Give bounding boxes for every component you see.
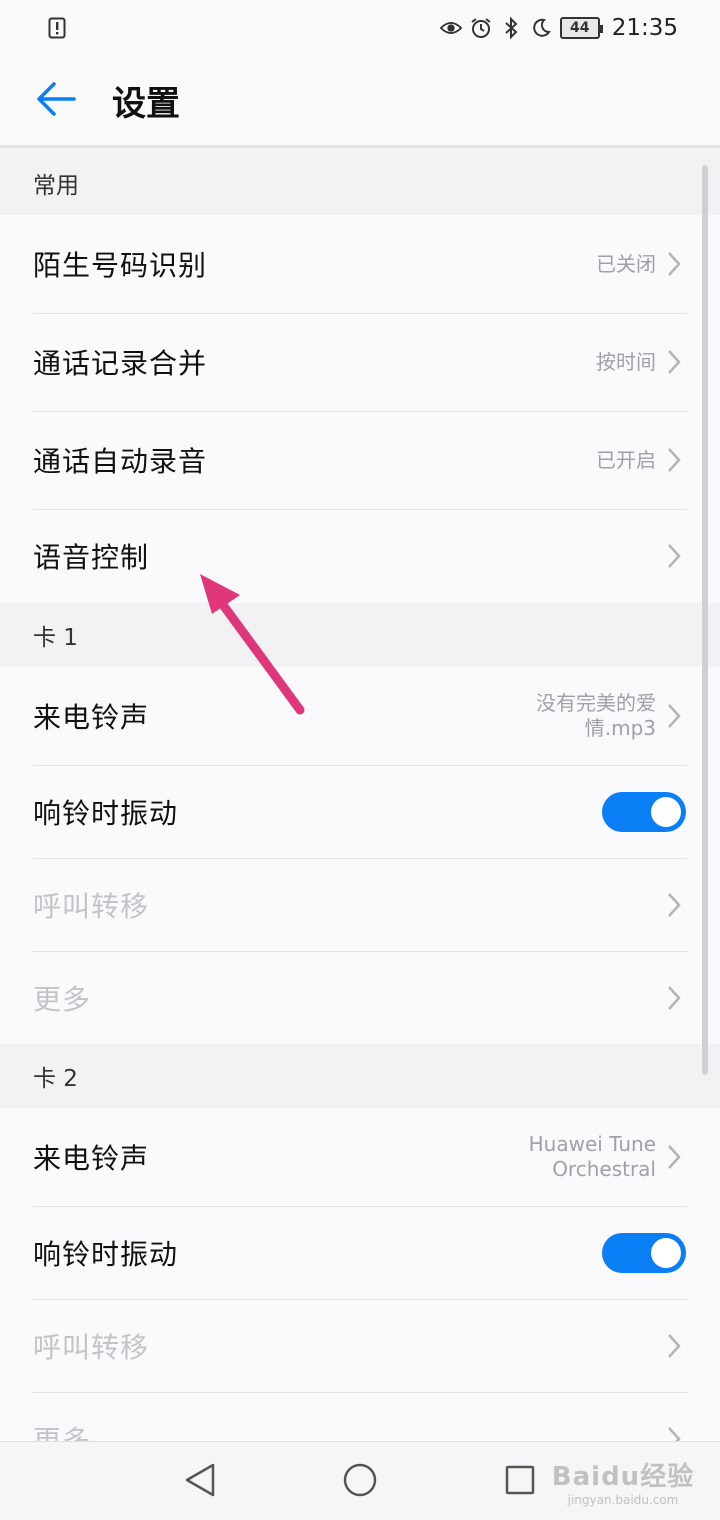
row-value: 按时间: [596, 349, 656, 374]
row-voice-control[interactable]: 语音控制: [0, 509, 720, 603]
section-header-sim1: 卡 1: [0, 603, 720, 667]
alarm-icon: [470, 17, 492, 39]
row-label: 更多: [33, 982, 92, 1016]
row-sim1-vibrate[interactable]: 响铃时振动: [0, 765, 720, 858]
row-value: 已关闭: [596, 251, 656, 276]
row-unknown-number-id[interactable]: 陌生号码识别 已关闭: [0, 215, 720, 313]
arrow-left-icon: [36, 81, 76, 121]
row-value: 已开启: [596, 447, 656, 472]
chevron-right-icon: [664, 445, 684, 475]
battery-icon: 44: [559, 17, 603, 39]
row-value-line: 情.mp3: [584, 716, 656, 740]
row-sim2-vibrate[interactable]: 响铃时振动: [0, 1206, 720, 1299]
chevron-right-icon: [664, 1331, 684, 1361]
eye-icon: [439, 17, 462, 39]
row-value: 没有完美的爱 情.mp3: [536, 691, 656, 741]
chevron-right-icon: [664, 1424, 684, 1441]
row-sim1-ringtone[interactable]: 来电铃声 没有完美的爱 情.mp3: [0, 667, 720, 765]
watermark-main: Baidu经验: [551, 1461, 695, 1492]
row-value-line: Orchestral: [552, 1157, 656, 1181]
row-label: 响铃时振动: [33, 1237, 179, 1271]
chevron-right-icon: [664, 701, 684, 731]
row-sim2-ringtone[interactable]: 来电铃声 Huawei Tune Orchestral: [0, 1108, 720, 1206]
row-value: Huawei Tune Orchestral: [529, 1132, 656, 1182]
row-auto-record[interactable]: 通话自动录音 已开启: [0, 411, 720, 509]
section-header-sim2: 卡 2: [0, 1044, 720, 1108]
sim1-vibrate-toggle[interactable]: [602, 791, 686, 832]
moon-icon: [530, 17, 552, 39]
bluetooth-icon: [500, 17, 522, 39]
chevron-right-icon: [664, 890, 684, 920]
row-value-line: 没有完美的爱: [536, 691, 656, 715]
chevron-right-icon: [664, 347, 684, 377]
chevron-right-icon: [664, 249, 684, 279]
settings-list[interactable]: 常用 陌生号码识别 已关闭 通话记录合并 按时间 通话自动录音 已开启 语音控制: [0, 151, 720, 1441]
page-title: 设置: [112, 84, 180, 124]
chevron-right-icon: [664, 1142, 684, 1172]
scrollbar[interactable]: [702, 165, 708, 1075]
row-sim1-more[interactable]: 更多: [0, 951, 720, 1044]
row-label: 陌生号码识别: [33, 249, 208, 282]
section-sim1: 来电铃声 没有完美的爱 情.mp3 响铃时振动 呼叫转移 更多: [0, 667, 720, 1044]
row-label: 响铃时振动: [33, 796, 179, 830]
section-sim2: 来电铃声 Huawei Tune Orchestral 响铃时振动 呼叫转移 更…: [0, 1108, 720, 1441]
back-button[interactable]: [0, 55, 112, 147]
row-sim2-call-forwarding[interactable]: 呼叫转移: [0, 1299, 720, 1392]
row-label: 呼叫转移: [33, 1330, 150, 1364]
app-header: 设置: [0, 56, 720, 148]
nav-back-button[interactable]: [180, 1462, 220, 1502]
row-label: 呼叫转移: [33, 889, 150, 923]
sim-alert-icon: [46, 17, 68, 39]
baidu-watermark: Baidu经验 jingyan.baidu.com: [548, 1452, 698, 1510]
home-circle-icon: [342, 1462, 378, 1502]
section-common: 陌生号码识别 已关闭 通话记录合并 按时间 通话自动录音 已开启 语音控制: [0, 215, 720, 603]
status-time: 21:35: [611, 15, 678, 41]
sim2-vibrate-toggle[interactable]: [602, 1232, 686, 1273]
chevron-right-icon: [664, 983, 684, 1013]
back-triangle-icon: [183, 1462, 217, 1502]
status-bar: 44 21:35: [0, 0, 720, 56]
nav-recents-button[interactable]: [500, 1462, 540, 1502]
chevron-right-icon: [664, 541, 684, 571]
battery-level: 44: [569, 20, 590, 36]
row-label: 通话自动录音: [33, 445, 208, 478]
row-call-log-merge[interactable]: 通话记录合并 按时间: [0, 313, 720, 411]
row-label: 来电铃声: [33, 701, 150, 734]
row-label: 通话记录合并: [33, 347, 208, 380]
row-value-line: Huawei Tune: [528, 1132, 656, 1156]
watermark-sub: jingyan.baidu.com: [567, 1492, 679, 1507]
row-sim2-more[interactable]: 更多: [0, 1392, 720, 1441]
section-header-common: 常用: [0, 151, 720, 215]
row-label: 更多: [33, 1423, 92, 1442]
nav-home-button[interactable]: [340, 1462, 380, 1502]
row-label: 来电铃声: [33, 1142, 150, 1175]
row-label: 语音控制: [33, 541, 150, 574]
row-sim1-call-forwarding[interactable]: 呼叫转移: [0, 858, 720, 951]
recents-square-icon: [504, 1464, 536, 1500]
